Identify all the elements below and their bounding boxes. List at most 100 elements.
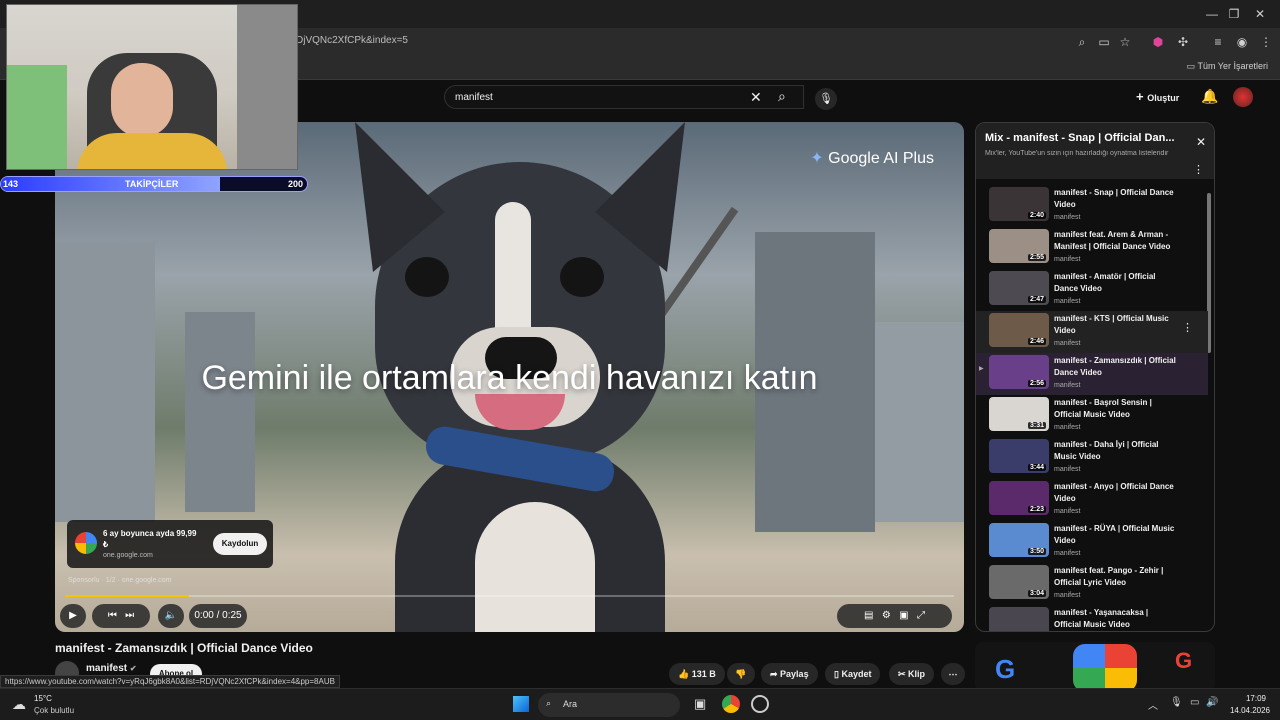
chrome-taskbar-icon[interactable] bbox=[722, 695, 740, 713]
like-button[interactable]: 👍 131 B bbox=[669, 663, 725, 685]
share-button[interactable]: ➦ Paylaş bbox=[761, 663, 818, 685]
notifications-bell-icon[interactable]: 🔔 bbox=[1201, 88, 1218, 105]
weather-temp[interactable]: 15°C bbox=[34, 694, 52, 703]
webcam-overlay bbox=[6, 4, 298, 170]
close-playlist-icon[interactable]: ✕ bbox=[1196, 135, 1206, 149]
playlist-thumbnail[interactable]: 2:58 bbox=[989, 607, 1049, 631]
zoom-icon[interactable]: ⌕ bbox=[1074, 34, 1090, 50]
playlist-item[interactable]: 2:55 manifest feat. Arem & Arman - Manife… bbox=[976, 227, 1208, 269]
duration-badge: 2:46 bbox=[1027, 338, 1046, 345]
volume-button[interactable]: 🔈 bbox=[158, 604, 184, 628]
playlist-item-title[interactable]: manifest - Yaşanacaksa | Official Music … bbox=[1054, 607, 1176, 631]
duration-badge: 2:40 bbox=[1027, 212, 1046, 219]
playlist-item-title[interactable]: manifest - Başrol Sensin | Official Musi… bbox=[1054, 397, 1176, 421]
obs-taskbar-icon[interactable] bbox=[751, 695, 769, 713]
playlist-thumbnail[interactable]: 2:46 bbox=[989, 313, 1049, 347]
account-avatar[interactable] bbox=[1233, 87, 1253, 107]
share-label: Paylaş bbox=[780, 669, 809, 679]
playlist-item-title[interactable]: manifest feat. Arem & Arman - Manifest |… bbox=[1054, 229, 1176, 253]
more-actions-button[interactable]: ⋯ bbox=[941, 663, 965, 685]
playlist-item-title[interactable]: manifest - Anyo | Official Dance Video bbox=[1054, 481, 1176, 505]
webcam-face bbox=[111, 63, 173, 137]
media-queue-icon[interactable]: ≡ bbox=[1210, 34, 1226, 50]
dislike-button[interactable]: 👎 bbox=[727, 663, 755, 685]
play-button[interactable]: ▶ bbox=[60, 604, 86, 628]
minimize-icon[interactable]: — bbox=[1204, 6, 1220, 22]
playlist-thumbnail[interactable]: 3:50 bbox=[989, 523, 1049, 557]
playlist-thumbnail[interactable]: 2:40 bbox=[989, 187, 1049, 221]
network-tray-icon[interactable]: ▭ bbox=[1190, 697, 1199, 708]
playlist-item[interactable]: 2:23 manifest - Anyo | Official Dance Vid… bbox=[976, 479, 1208, 521]
restore-icon[interactable]: ❐ bbox=[1226, 6, 1242, 22]
playlist-item[interactable]: 2:40 manifest - Snap | Official Dance Vid… bbox=[976, 185, 1208, 227]
playlist-thumbnail[interactable]: 2:56 bbox=[989, 355, 1049, 389]
playlist-item-title[interactable]: manifest feat. Pango - Zehir | Official … bbox=[1054, 565, 1176, 589]
ad-card[interactable]: 6 ay boyunca ayda 99,99 ₺ one.google.com… bbox=[67, 520, 273, 568]
followers-current: 143 bbox=[3, 179, 19, 189]
voice-search-icon[interactable]: 🎙 bbox=[815, 88, 837, 110]
all-bookmarks-link[interactable]: ▭ Tüm Yer İşaretleri bbox=[1187, 61, 1268, 72]
browser-menu-icon[interactable]: ⋮ bbox=[1258, 34, 1274, 50]
fullscreen-icon[interactable]: ⤢ bbox=[917, 610, 925, 621]
playlist-item-title[interactable]: manifest - Daha İyi | Official Music Vid… bbox=[1054, 439, 1176, 463]
clear-search-icon[interactable]: ✕ bbox=[750, 89, 762, 106]
profile-icon[interactable]: ◉ bbox=[1234, 34, 1250, 50]
search-icon[interactable]: ⌕ bbox=[778, 88, 786, 105]
playlist-item-title[interactable]: manifest - Snap | Official Dance Video bbox=[1054, 187, 1176, 211]
playlist-title[interactable]: Mix - manifest - Snap | Official Dan... bbox=[985, 132, 1185, 144]
previous-icon[interactable]: ⏮ bbox=[108, 610, 117, 621]
next-icon[interactable]: ⏭ bbox=[125, 610, 134, 621]
playlist-thumbnail[interactable]: 3:31 bbox=[989, 397, 1049, 431]
clock-date[interactable]: 14.04.2026 bbox=[1224, 706, 1270, 715]
progress-bar[interactable] bbox=[65, 595, 954, 597]
playlist-thumbnail[interactable]: 3:04 bbox=[989, 565, 1049, 599]
playlist-item[interactable]: 2:56 manifest - Zamansızdık | Official Da… bbox=[976, 353, 1208, 395]
speaker-tray-icon[interactable]: 🔊 bbox=[1206, 697, 1218, 708]
more-horiz-icon: ⋯ bbox=[948, 669, 958, 679]
extensions-icon[interactable]: ✣ bbox=[1175, 34, 1191, 50]
cast-icon[interactable]: ▭ bbox=[1096, 34, 1112, 50]
playlist-item[interactable]: 2:47 manifest - Amatör | Official Dance V… bbox=[976, 269, 1208, 311]
playlist-thumbnail[interactable]: 2:23 bbox=[989, 481, 1049, 515]
weather-desc[interactable]: Çok bulutlu bbox=[34, 706, 74, 715]
clip-button[interactable]: ✂ Klip bbox=[889, 663, 935, 685]
close-window-icon[interactable]: ✕ bbox=[1252, 6, 1268, 22]
item-menu-icon[interactable]: ⋮ bbox=[1182, 321, 1193, 334]
bookmark-star-icon[interactable]: ☆ bbox=[1117, 34, 1133, 50]
prev-next-group: ⏮ ⏭ bbox=[92, 604, 150, 628]
clock-time[interactable]: 17:09 bbox=[1224, 694, 1266, 703]
extension-shield-icon[interactable]: ⬢ bbox=[1150, 34, 1166, 50]
playlist-item-title[interactable]: manifest - Amatör | Official Dance Video bbox=[1054, 271, 1176, 295]
tray-chevron-icon[interactable]: ︿ bbox=[1148, 697, 1158, 712]
playlist-item[interactable]: 3:44 manifest - Daha İyi | Official Music… bbox=[976, 437, 1208, 479]
playlist-item[interactable]: 2:46 manifest - KTS | Official Music Vide… bbox=[976, 311, 1208, 353]
playlist-item-title[interactable]: manifest - KTS | Official Music Video bbox=[1054, 313, 1176, 337]
playlist-menu-icon[interactable]: ⋮ bbox=[1193, 163, 1204, 176]
playlist-thumbnail[interactable]: 2:55 bbox=[989, 229, 1049, 263]
save-button[interactable]: ▯ Kaydet bbox=[825, 663, 881, 685]
create-button[interactable]: + Oluştur bbox=[1136, 89, 1179, 104]
task-view-icon[interactable]: ▣ bbox=[694, 696, 706, 712]
subtitles-icon[interactable]: ▤ bbox=[864, 610, 873, 621]
video-player[interactable]: ✦ Google AI Plus Gemini ile ortamlara ke… bbox=[55, 122, 964, 632]
channel-name[interactable]: manifest ✔ bbox=[86, 663, 137, 674]
playlist-thumbnail[interactable]: 3:44 bbox=[989, 439, 1049, 473]
plus-icon: + bbox=[1136, 89, 1148, 104]
playlist-item-channel: manifest bbox=[1054, 508, 1081, 515]
playlist-item-title[interactable]: manifest - RÜYA | Official Music Video bbox=[1054, 523, 1176, 547]
windows-start-icon[interactable] bbox=[513, 696, 529, 712]
miniplayer-icon[interactable]: ▣ bbox=[899, 610, 908, 621]
microphone-tray-icon[interactable]: 🎙 bbox=[1170, 697, 1183, 708]
taskbar-search[interactable]: ⌕ Ara bbox=[538, 693, 680, 717]
playlist-item[interactable]: 3:50 manifest - RÜYA | Official Music Vid… bbox=[976, 521, 1208, 563]
settings-gear-icon[interactable]: ⚙ bbox=[882, 610, 891, 621]
playlist-item[interactable]: 3:31 manifest - Başrol Sensin | Official … bbox=[976, 395, 1208, 437]
banner-ad[interactable]: G G bbox=[975, 642, 1215, 692]
playlist-thumbnail[interactable]: 2:47 bbox=[989, 271, 1049, 305]
playlist-item[interactable]: 3:04 manifest feat. Pango - Zehir | Offic… bbox=[976, 563, 1208, 605]
playlist-item-title[interactable]: manifest - Zamansızdık | Official Dance … bbox=[1054, 355, 1176, 379]
playlist-item[interactable]: 2:58manifest - Yaşanacaksa | Official Mu… bbox=[976, 605, 1208, 631]
duration-badge: 2:56 bbox=[1027, 380, 1046, 387]
ad-signup-button[interactable]: Kaydolun bbox=[213, 533, 267, 555]
url-text[interactable]: DjVQNc2XfCPk&index=5 bbox=[296, 35, 408, 46]
